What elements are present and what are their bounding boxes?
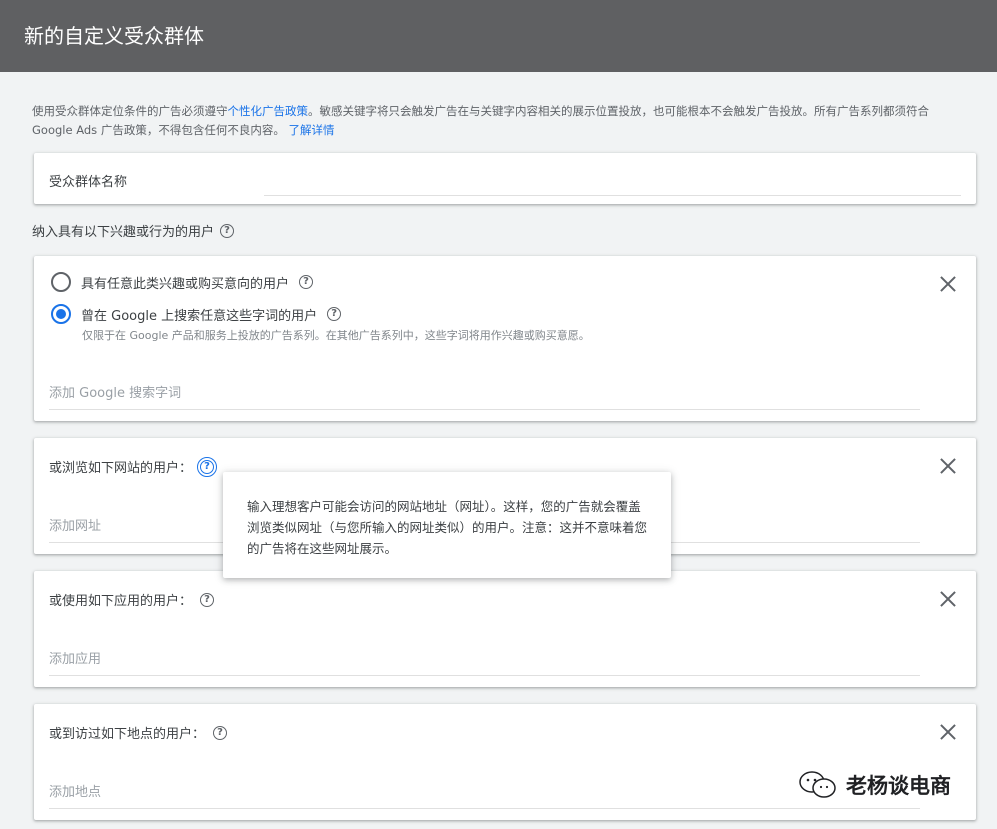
audience-name-input[interactable] — [264, 195, 961, 196]
watermark: 老杨谈电商 — [798, 770, 951, 800]
search-terms-placeholder: 添加 Google 搜索字词 — [49, 386, 182, 401]
place-card: 或到访过如下地点的用户： ? 添加地点 — [34, 704, 976, 820]
close-icon[interactable] — [939, 590, 957, 608]
help-icon[interactable]: ? — [220, 223, 235, 238]
app-input[interactable]: 添加应用 — [49, 648, 920, 676]
app-placeholder: 添加应用 — [49, 652, 102, 667]
url-label-text: 或浏览如下网站的用户： — [49, 461, 193, 476]
help-icon[interactable]: ? — [213, 725, 228, 740]
policy-notice: 使用受众群体定位条件的广告必须遵守个性化广告政策。敏感关键字将只会触发广告在与关… — [32, 102, 972, 140]
input-underline — [49, 675, 920, 676]
radio-label: 曾在 Google 上搜索任意这些字词的用户 — [81, 308, 318, 324]
search-terms-note: 仅限于在 Google 产品和服务上投放的广告系列。在其他广告系列中，这些字词将… — [82, 329, 590, 342]
chat-bubbles-icon — [799, 771, 836, 798]
place-input[interactable]: 添加地点 — [49, 781, 920, 809]
help-icon[interactable]: ? — [197, 456, 218, 477]
radio-button[interactable] — [51, 272, 71, 292]
radio-option-search[interactable]: 曾在 Google 上搜索任意这些字词的用户 ? — [51, 304, 342, 324]
app-card: 或使用如下应用的用户： ? 添加应用 — [34, 571, 976, 687]
search-terms-input[interactable]: 添加 Google 搜索字词 — [49, 382, 920, 410]
learn-more-link[interactable]: 了解详情 — [288, 123, 334, 137]
notice-text-before: 使用受众群体定位条件的广告必须遵守 — [32, 104, 228, 118]
place-label-text: 或到访过如下地点的用户： — [49, 727, 206, 742]
include-section-text: 纳入具有以下兴趣或行为的用户 — [32, 225, 215, 240]
dialog-title: 新的自定义受众群体 — [0, 0, 997, 72]
include-section-label: 纳入具有以下兴趣或行为的用户 ? — [32, 221, 235, 240]
app-card-label: 或使用如下应用的用户： ? — [49, 590, 215, 609]
url-card-label: 或浏览如下网站的用户： ? — [49, 456, 218, 477]
help-icon[interactable]: ? — [327, 307, 342, 321]
help-icon[interactable]: ? — [299, 275, 314, 289]
interest-card: 具有任意此类兴趣或购买意向的用户 ? 曾在 Google 上搜索任意这些字词的用… — [34, 256, 976, 421]
audience-name-card: 受众群体名称 — [34, 153, 976, 204]
help-icon[interactable]: ? — [200, 592, 215, 607]
radio-button-selected[interactable] — [51, 304, 71, 324]
close-icon[interactable] — [939, 275, 957, 293]
radio-option-interest[interactable]: 具有任意此类兴趣或购买意向的用户 ? — [51, 272, 314, 292]
url-help-tooltip: 输入理想客户可能会访问的网站地址（网址）。这样，您的广告就会覆盖浏览类似网址（与… — [223, 472, 671, 578]
watermark-text: 老杨谈电商 — [846, 774, 951, 798]
place-card-label: 或到访过如下地点的用户： ? — [49, 723, 228, 742]
policy-link[interactable]: 个性化广告政策 — [228, 104, 309, 118]
input-underline — [49, 409, 920, 410]
close-icon[interactable] — [939, 723, 957, 741]
radio-label: 具有任意此类兴趣或购买意向的用户 — [81, 276, 290, 292]
audience-name-label: 受众群体名称 — [49, 175, 128, 190]
app-label-text: 或使用如下应用的用户： — [49, 594, 193, 609]
input-underline — [49, 808, 920, 809]
close-icon[interactable] — [939, 457, 957, 475]
place-placeholder: 添加地点 — [49, 785, 102, 800]
